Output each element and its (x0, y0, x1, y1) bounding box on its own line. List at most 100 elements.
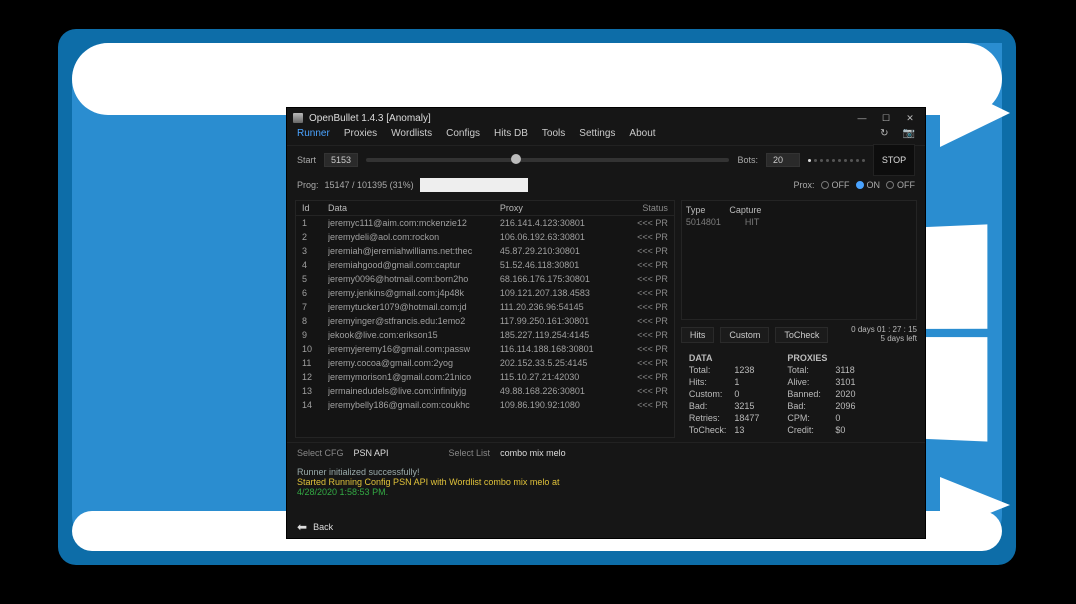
grid-header: Id Data Proxy Status (296, 201, 674, 216)
tab-configs[interactable]: Configs (446, 128, 480, 145)
titlebar[interactable]: OpenBullet 1.4.3 [Anomaly] — ☐ ✕ (287, 108, 925, 128)
bots-ticks (808, 159, 865, 162)
main-tabs: Runner Proxies Wordlists Configs Hits DB… (287, 128, 925, 146)
tab-about[interactable]: About (629, 128, 655, 145)
close-button[interactable]: ✕ (901, 111, 919, 125)
table-row[interactable]: 13 jermainedudels@live.com:infinityjg 49.8… (296, 384, 674, 398)
stats-proxies: PROXIES Total:3118 Alive:3101 Banned:202… (783, 352, 859, 436)
cell-data: jeremy.jenkins@gmail.com:j4p48k (328, 288, 494, 298)
selection-line: Select CFG PSN API Select List combo mix… (287, 443, 925, 463)
cell-data: jeremymorison1@gmail.com:21nico (328, 372, 494, 382)
tab-proxies[interactable]: Proxies (344, 128, 377, 145)
col-status: Status (624, 203, 668, 213)
cell-id: 13 (302, 386, 322, 396)
tab-hitsdb[interactable]: Hits DB (494, 128, 528, 145)
table-row[interactable]: 9jekook@live.com:erikson15185.227.119.25… (296, 328, 674, 342)
table-row[interactable]: 4jeremiahgood@gmail.com:captur51.52.46.1… (296, 258, 674, 272)
cell-id: 4 (302, 260, 322, 270)
cell-status: <<< PR (624, 232, 668, 242)
minimize-button[interactable]: — (853, 111, 871, 125)
log-line-1: Runner initialized successfully! (297, 467, 915, 477)
table-row[interactable]: 3jeremiah@jeremiahwilliams.net:thec45.87… (296, 244, 674, 258)
cell-proxy: 109.121.207.138.4583 (500, 288, 618, 298)
log-line-3: 4/28/2020 1:58:53 PM. (297, 487, 915, 497)
log-line-2: Started Running Config PSN API with Word… (297, 477, 915, 487)
cell-data: jeremytucker1079@hotmail.com:jd (328, 302, 494, 312)
cell-proxy: 116.114.188.168:30801 (500, 344, 618, 354)
prox-off-radio[interactable]: OFF (821, 180, 850, 190)
table-row[interactable]: 10jeremyjeremy16@gmail.com:passw116.114.… (296, 342, 674, 356)
col-id: Id (302, 203, 322, 213)
tab-tools[interactable]: Tools (542, 128, 565, 145)
capture-row-type: 5014801 (686, 217, 721, 227)
cell-data: jermainedudels@live.com:infinityjg (328, 386, 494, 396)
cell-id: 2 (302, 232, 322, 242)
tab-runner[interactable]: Runner (297, 128, 330, 145)
speech-bubble-top (72, 43, 1002, 115)
cell-status: <<< PR (624, 372, 668, 382)
prog-value: 15147 / 101395 (31%) (325, 180, 414, 190)
back-button[interactable]: ⬅ Back (287, 516, 925, 538)
cell-data: jeremy0096@hotmail.com:born2ho (328, 274, 494, 284)
start-slider[interactable] (366, 158, 729, 162)
table-row[interactable]: 8jeremyinger@stfrancis.edu:1emo2117.99.2… (296, 314, 674, 328)
cell-proxy: 45.87.29.210:30801 (500, 246, 618, 256)
cell-data: jeremyc111@aim.com:mckenzie12 (328, 218, 494, 228)
bots-value[interactable]: 20 (766, 153, 800, 167)
start-value[interactable]: 5153 (324, 153, 358, 167)
table-row[interactable]: 2jeremydeli@aol.com:rockon106.06.192.63:… (296, 230, 674, 244)
table-row[interactable]: 1jeremyc111@aim.com:mckenzie12216.141.4.… (296, 216, 674, 230)
col-data: Data (328, 203, 494, 213)
cell-data: jekook@live.com:erikson15 (328, 330, 494, 340)
capture-row-cap: HIT (745, 217, 760, 227)
cell-data: jeremybelly186@gmail.com:coukhc (328, 400, 494, 410)
select-config-label[interactable]: Select CFG (297, 448, 344, 458)
cell-id: 8 (302, 316, 322, 326)
table-row[interactable]: 7jeremytucker1079@hotmail.com:jd111.20.2… (296, 300, 674, 314)
table-row[interactable]: 11jeremy.cocoa@gmail.com:2yog202.152.33.… (296, 356, 674, 370)
maximize-button[interactable]: ☐ (877, 111, 895, 125)
refresh-icon[interactable]: ↻ (880, 128, 888, 145)
bots-grid[interactable]: Id Data Proxy Status 1 jeremyc111@aim.com… (295, 200, 675, 438)
cell-proxy: 49.88.168.226:30801 (500, 386, 618, 396)
progress-bar (420, 178, 528, 192)
cell-id: 7 (302, 302, 322, 312)
chip-tocheck[interactable]: ToCheck (775, 327, 828, 343)
table-row[interactable]: 6 jeremy.jenkins@gmail.com:j4p48k 109.121.… (296, 286, 674, 300)
cell-proxy: 115.10.27.21:42030 (500, 372, 618, 382)
cell-status: <<< PR (624, 246, 668, 256)
tab-wordlists[interactable]: Wordlists (391, 128, 432, 145)
cell-id: 1 (302, 218, 322, 228)
cell-status: <<< PR (624, 344, 668, 354)
app-icon (293, 113, 303, 123)
chip-custom[interactable]: Custom (720, 327, 769, 343)
runner-toolbar: Start 5153 Bots: 20 STOP (287, 146, 925, 174)
cell-status: <<< PR (624, 316, 668, 326)
back-label: Back (313, 522, 333, 532)
uptime-display: 0 days 01 : 27 : 15 5 days left (851, 326, 917, 344)
table-row[interactable]: 14jeremybelly186@gmail.com:coukhc109.86.… (296, 398, 674, 412)
app-window: OpenBullet 1.4.3 [Anomaly] — ☐ ✕ Runner … (286, 107, 926, 539)
cell-proxy: 185.227.119.254:4145 (500, 330, 618, 340)
cell-status: <<< PR (624, 288, 668, 298)
cell-id: 14 (302, 400, 322, 410)
start-label: Start (297, 155, 316, 165)
chip-hits[interactable]: Hits (681, 327, 715, 343)
select-list-label[interactable]: Select List (449, 448, 491, 458)
cell-id: 6 (302, 288, 322, 298)
prox-off2-radio[interactable]: OFF (886, 180, 915, 190)
progress-bar-row: Prog: 15147 / 101395 (31%) Prox: OFF ON … (287, 174, 925, 196)
cell-status: <<< PR (624, 274, 668, 284)
cell-proxy: 202.152.33.5.25:4145 (500, 358, 618, 368)
table-row[interactable]: 5jeremy0096@hotmail.com:born2ho68.166.17… (296, 272, 674, 286)
table-row[interactable]: 12 jeremymorison1@gmail.com:21nico 115.10.… (296, 370, 674, 384)
cell-status: <<< PR (624, 302, 668, 312)
cell-proxy: 51.52.46.118:30801 (500, 260, 618, 270)
tab-settings[interactable]: Settings (579, 128, 615, 145)
cell-status: <<< PR (624, 330, 668, 340)
cell-proxy: 106.06.192.63:30801 (500, 232, 618, 242)
cell-id: 12 (302, 372, 322, 382)
prox-on-radio[interactable]: ON (856, 180, 881, 190)
screenshot-icon[interactable]: 📷 (903, 128, 915, 145)
stop-button[interactable]: STOP (873, 144, 915, 176)
